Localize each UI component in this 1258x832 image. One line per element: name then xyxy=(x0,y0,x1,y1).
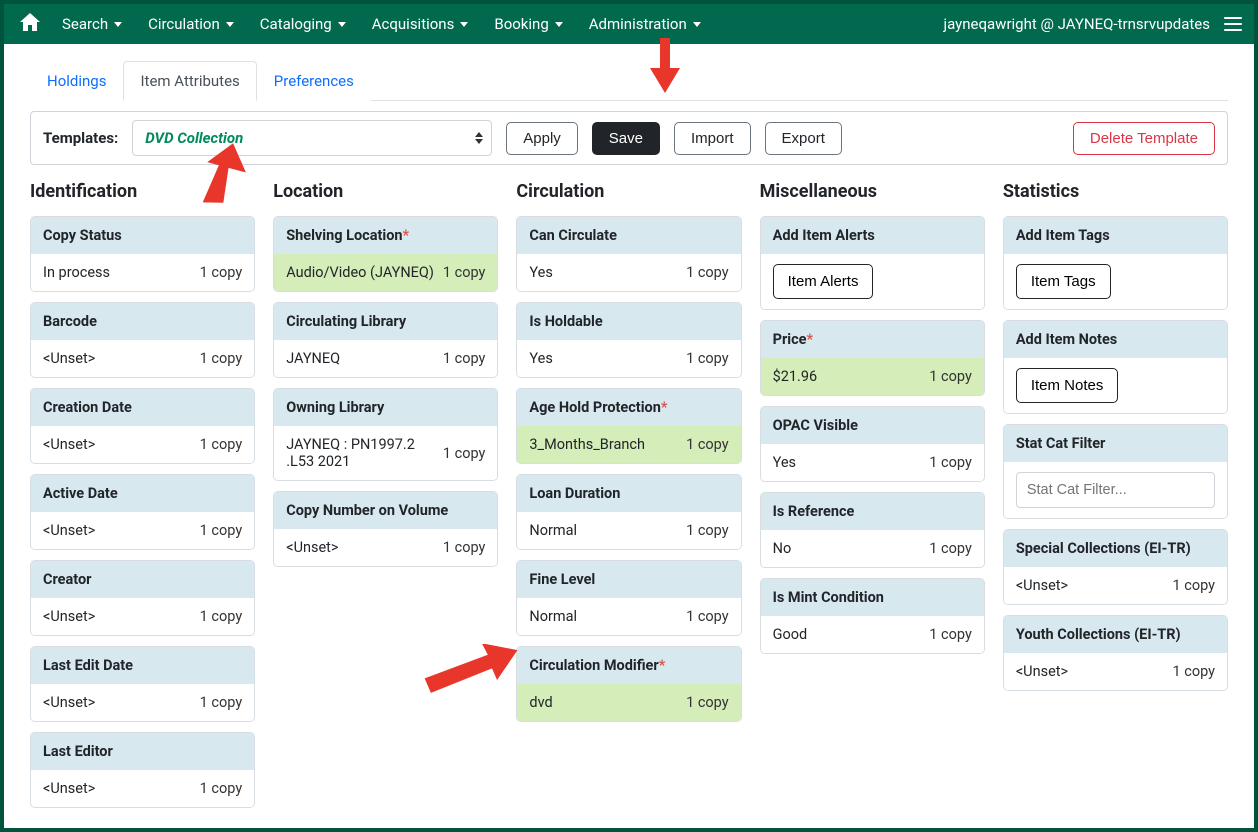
item-notes-button[interactable]: Item Notes xyxy=(1016,368,1119,403)
export-button[interactable]: Export xyxy=(765,122,842,155)
field-is-mint-condition[interactable]: Is Mint Condition Good1 copy xyxy=(760,578,985,654)
col-identification: Identification Copy Status In process1 c… xyxy=(30,181,255,818)
template-select[interactable]: DVD Collection xyxy=(132,120,492,156)
field-can-circulate[interactable]: Can Circulate Yes1 copy xyxy=(516,216,741,292)
item-tags-button[interactable]: Item Tags xyxy=(1016,264,1111,299)
field-copy-number[interactable]: Copy Number on Volume <Unset>1 copy xyxy=(273,491,498,567)
field-creator[interactable]: Creator <Unset>1 copy xyxy=(30,560,255,636)
menu-circulation[interactable]: Circulation xyxy=(136,7,246,41)
col-statistics: Statistics Add Item Tags Item Tags Add I… xyxy=(1003,181,1228,701)
field-circulation-modifier[interactable]: Circulation Modifier* dvd1 copy xyxy=(516,646,741,722)
field-special-collections[interactable]: Special Collections (EI-TR) <Unset>1 cop… xyxy=(1003,529,1228,605)
field-loan-duration[interactable]: Loan Duration Normal1 copy xyxy=(516,474,741,550)
field-fine-level[interactable]: Fine Level Normal1 copy xyxy=(516,560,741,636)
identification-title: Identification xyxy=(30,181,255,202)
home-icon[interactable] xyxy=(16,13,50,36)
menu-booking[interactable]: Booking xyxy=(482,7,574,41)
field-last-editor[interactable]: Last Editor <Unset>1 copy xyxy=(30,732,255,808)
field-creation-date[interactable]: Creation Date <Unset>1 copy xyxy=(30,388,255,464)
field-circulating-library[interactable]: Circulating Library JAYNEQ1 copy xyxy=(273,302,498,378)
stats-title: Statistics xyxy=(1003,181,1228,202)
field-price[interactable]: Price* $21.961 copy xyxy=(760,320,985,396)
field-age-hold-protection[interactable]: Age Hold Protection* 3_Months_Branch1 co… xyxy=(516,388,741,464)
field-barcode[interactable]: Barcode <Unset>1 copy xyxy=(30,302,255,378)
menu-administration[interactable]: Administration xyxy=(577,7,713,41)
circulation-title: Circulation xyxy=(516,181,741,202)
templates-bar: Templates: DVD Collection Apply Save Imp… xyxy=(30,111,1228,165)
editor-tabs: Holdings Item Attributes Preferences xyxy=(30,60,1228,101)
location-title: Location xyxy=(273,181,498,202)
field-last-edit-date[interactable]: Last Edit Date <Unset>1 copy xyxy=(30,646,255,722)
menu-acquisitions[interactable]: Acquisitions xyxy=(360,7,481,41)
import-button[interactable]: Import xyxy=(674,122,751,155)
field-add-item-notes: Add Item Notes Item Notes xyxy=(1003,320,1228,414)
field-shelving-location[interactable]: Shelving Location* Audio/Video (JAYNEQ)1… xyxy=(273,216,498,292)
field-copy-status[interactable]: Copy Status In process1 copy xyxy=(30,216,255,292)
menu-cataloging[interactable]: Cataloging xyxy=(248,7,358,41)
misc-title: Miscellaneous xyxy=(760,181,985,202)
field-add-item-tags: Add Item Tags Item Tags xyxy=(1003,216,1228,310)
field-opac-visible[interactable]: OPAC Visible Yes1 copy xyxy=(760,406,985,482)
tab-holdings[interactable]: Holdings xyxy=(30,61,123,101)
field-stat-cat-filter: Stat Cat Filter xyxy=(1003,424,1228,519)
save-button[interactable]: Save xyxy=(592,122,660,155)
menu-search[interactable]: Search xyxy=(50,7,134,41)
col-circulation: Circulation Can Circulate Yes1 copy Is H… xyxy=(516,181,741,732)
template-value: DVD Collection xyxy=(145,129,243,147)
templates-label: Templates: xyxy=(43,129,118,147)
tab-preferences[interactable]: Preferences xyxy=(257,61,371,101)
main-menu: Search Circulation Cataloging Acquisitio… xyxy=(50,7,713,41)
field-is-reference[interactable]: Is Reference No1 copy xyxy=(760,492,985,568)
top-navbar: Search Circulation Cataloging Acquisitio… xyxy=(4,4,1254,44)
col-location: Location Shelving Location* Audio/Video … xyxy=(273,181,498,577)
item-alerts-button[interactable]: Item Alerts xyxy=(773,264,874,299)
field-is-holdable[interactable]: Is Holdable Yes1 copy xyxy=(516,302,741,378)
col-miscellaneous: Miscellaneous Add Item Alerts Item Alert… xyxy=(760,181,985,664)
user-label: jayneqawright @ JAYNEQ-trnsrvupdates xyxy=(944,15,1210,33)
spinner-icon[interactable] xyxy=(475,132,483,144)
field-active-date[interactable]: Active Date <Unset>1 copy xyxy=(30,474,255,550)
field-owning-library[interactable]: Owning Library JAYNEQ : PN1997.2 .L53 20… xyxy=(273,388,498,481)
stat-cat-filter-input[interactable] xyxy=(1016,472,1215,508)
delete-template-button[interactable]: Delete Template xyxy=(1073,122,1215,155)
field-add-item-alerts: Add Item Alerts Item Alerts xyxy=(760,216,985,310)
apply-button[interactable]: Apply xyxy=(506,122,578,155)
field-youth-collections[interactable]: Youth Collections (EI-TR) <Unset>1 copy xyxy=(1003,615,1228,691)
list-menu-icon[interactable] xyxy=(1224,17,1242,31)
tab-item-attributes[interactable]: Item Attributes xyxy=(123,61,256,101)
